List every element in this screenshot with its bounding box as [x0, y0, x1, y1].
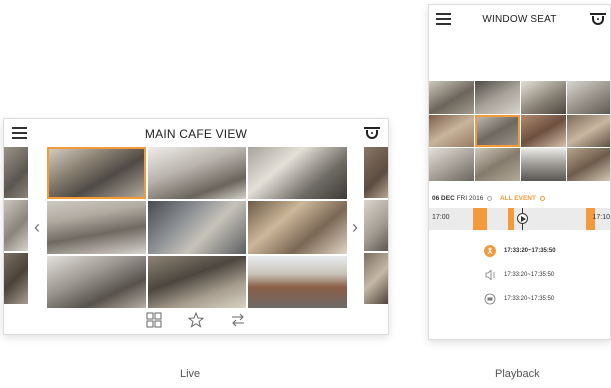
- playback-thumbnail[interactable]: [429, 114, 474, 148]
- event-time: 17:33:20~17:35:50: [504, 248, 556, 254]
- playback-thumbnail[interactable]: [475, 81, 520, 114]
- live-toolbar: [4, 306, 388, 334]
- playback-thumbnail[interactable]: [567, 114, 610, 148]
- camera-tile[interactable]: [147, 147, 247, 200]
- camera-tile[interactable]: [248, 255, 347, 308]
- audio-event-icon: [485, 269, 495, 281]
- playback-thumbnail[interactable]: [475, 114, 520, 148]
- chevron-right-icon[interactable]: ›: [349, 217, 361, 237]
- playback-caption: Playback: [495, 368, 540, 380]
- motion-event-icon: [484, 245, 496, 257]
- playback-thumbnail[interactable]: [521, 81, 566, 114]
- live-view-screen: MAIN CAFE VIEW ‹ ›: [3, 118, 389, 335]
- camera-tile[interactable]: [47, 201, 146, 254]
- playback-thumbnail[interactable]: [521, 148, 566, 181]
- stage: MAIN CAFE VIEW ‹ › Live WINDOW SEAT 06 D…: [0, 0, 611, 388]
- timeline-start-time: 17:00: [432, 214, 450, 221]
- event-item[interactable]: 17:33:20~17:35:50: [484, 245, 556, 257]
- event-filter[interactable]: ALL EVENT: [500, 195, 536, 202]
- live-caption: Live: [180, 368, 201, 380]
- chevron-left-icon[interactable]: ‹: [31, 217, 43, 237]
- playback-thumbnail[interactable]: [475, 148, 520, 181]
- playback-date-row: 06 DEC FRI 2016 ALL EVENT: [432, 195, 545, 202]
- playback-date: 06 DEC: [432, 195, 455, 202]
- dome-camera-icon[interactable]: [364, 127, 380, 140]
- previous-page-preview: [4, 147, 28, 308]
- date-picker-icon[interactable]: [487, 195, 493, 201]
- playback-screen: WINDOW SEAT 06 DEC FRI 2016 ALL EVENT 17…: [428, 4, 611, 340]
- recording-event-icon: [484, 293, 496, 305]
- next-page-preview: [364, 147, 388, 308]
- event-time: 17:33:20~17:35:50: [504, 296, 555, 302]
- playback-timeline[interactable]: 17:00 17:10: [429, 208, 610, 230]
- switch-arrows-icon[interactable]: [230, 312, 246, 328]
- playback-thumbnail-grid: [429, 81, 610, 181]
- event-time: 17:33:20~17:35:50: [504, 272, 555, 278]
- playback-title: WINDOW SEAT: [482, 14, 557, 25]
- playback-day-year: FRI 2016: [456, 195, 484, 202]
- event-item[interactable]: 17:33:20~17:35:50: [484, 269, 556, 281]
- grid-layout-icon[interactable]: [146, 312, 162, 328]
- camera-tile[interactable]: [147, 201, 247, 254]
- playback-thumbnail[interactable]: [429, 148, 474, 181]
- timeline-event-segment[interactable]: [508, 208, 514, 230]
- event-filter-icon[interactable]: [539, 195, 545, 201]
- playback-header: WINDOW SEAT: [429, 5, 610, 33]
- live-title: MAIN CAFE VIEW: [144, 127, 248, 141]
- playback-thumbnail[interactable]: [521, 114, 566, 148]
- camera-tile[interactable]: [47, 255, 146, 308]
- playback-thumbnail[interactable]: [429, 81, 474, 114]
- live-camera-grid: [47, 147, 347, 308]
- live-header: MAIN CAFE VIEW: [4, 119, 388, 147]
- timeline-event-segment[interactable]: [473, 208, 487, 230]
- playback-thumbnail[interactable]: [567, 81, 610, 114]
- timeline-end-time: 17:10: [592, 214, 610, 221]
- play-icon[interactable]: [517, 213, 528, 224]
- camera-tile[interactable]: [248, 201, 347, 254]
- event-list: 17:33:20~17:35:50 17:33:20~17:35:50 17:3…: [484, 245, 556, 317]
- favorite-star-icon[interactable]: [188, 312, 204, 328]
- camera-tile[interactable]: [248, 147, 347, 200]
- playback-thumbnail[interactable]: [567, 148, 610, 181]
- camera-tile[interactable]: [147, 255, 247, 308]
- dome-camera-icon[interactable]: [590, 13, 606, 26]
- camera-tile[interactable]: [47, 147, 146, 200]
- event-item[interactable]: 17:33:20~17:35:50: [484, 293, 556, 305]
